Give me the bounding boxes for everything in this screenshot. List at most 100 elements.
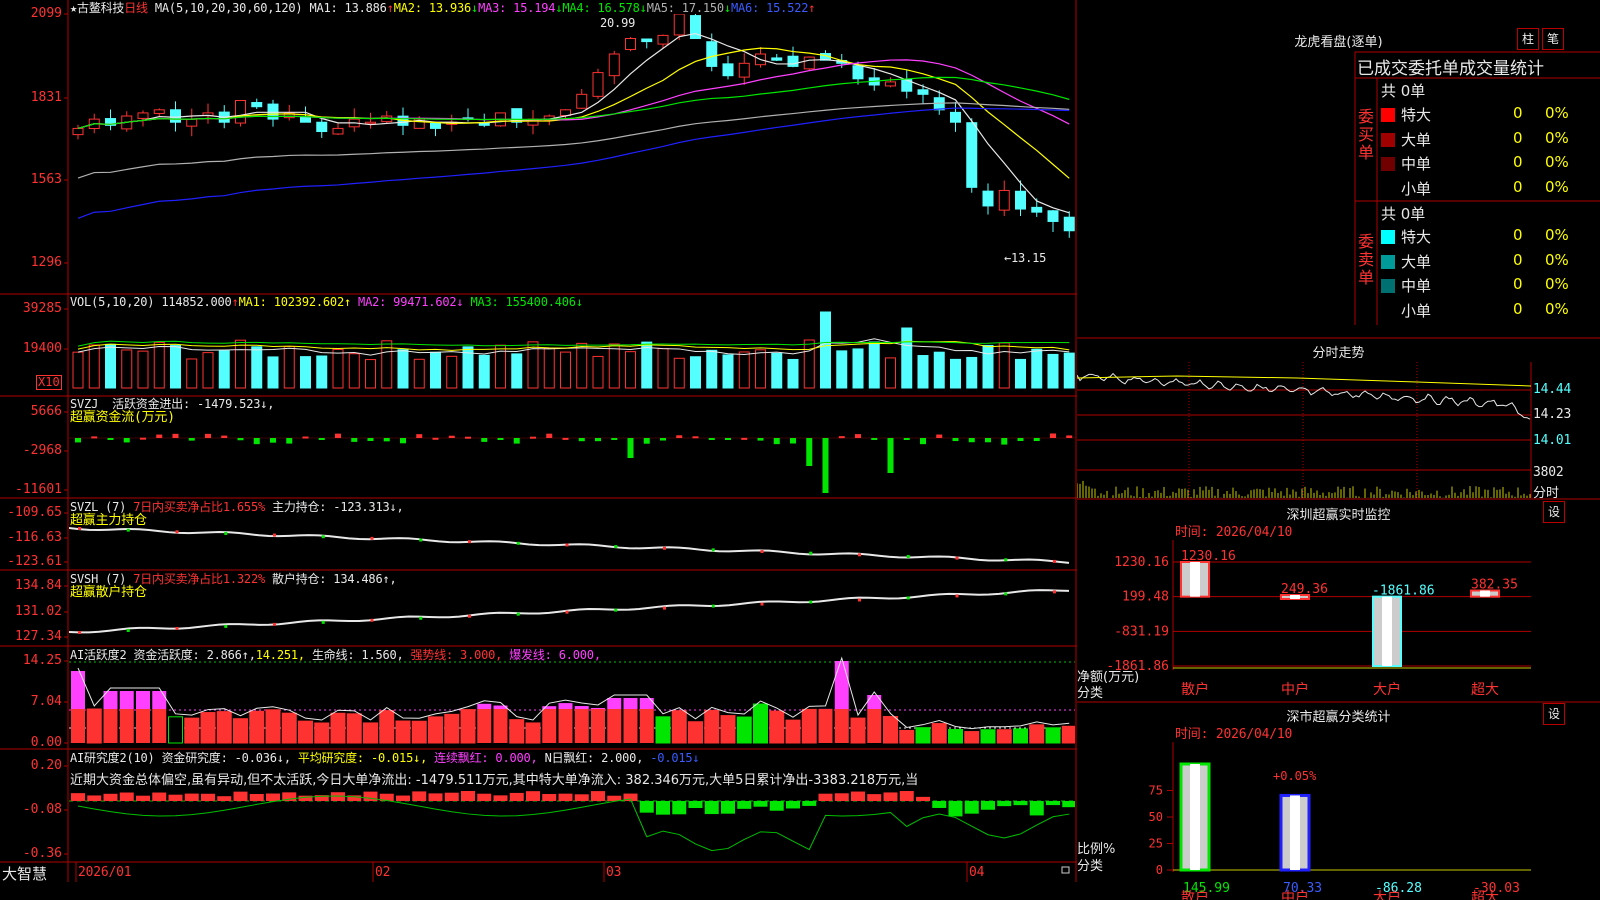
svzl-chart[interactable] [69,500,1075,569]
activity-bar [915,727,931,744]
activity-bar-top [574,706,589,709]
money-flow-bar [676,435,683,438]
marker-dot [1004,592,1008,596]
ai2-ytick: 0.20 [30,758,62,773]
kline-chart[interactable] [69,14,1075,292]
money-flow-bar [530,436,536,439]
volume-bar [332,348,344,389]
activity-bar-top [136,691,150,709]
money-flow-bar [1050,433,1056,438]
money-flow-bar [773,438,780,445]
classify-settings-button[interactable]: 设 [1543,703,1565,725]
research-bar [526,791,540,801]
research-bar [249,793,264,801]
color-swatch [1381,230,1395,244]
volume-bar [235,339,246,389]
money-flow-bar [855,434,861,438]
marker-dot [614,545,618,549]
activity-bar [249,710,265,744]
ytick-label: 199.48 [1122,590,1169,605]
volume-bar [673,357,685,389]
main-chart-area[interactable]: ★古鳌科技日线 MA(5,10,20,30,60,120) MA1: 13.88… [0,0,1077,883]
ma3-value: MA3: 15.194 [478,1,556,15]
ai2-chart[interactable] [69,751,1075,861]
activity-bar [558,709,573,743]
activity-bar [460,709,476,744]
money-flow-bar [481,438,488,442]
money-flow-bar [172,433,179,438]
candle-body [186,118,198,127]
candle-body [170,109,181,123]
sell-row: 特大 0 0% [1381,226,1600,248]
activity-bar [883,715,898,744]
sell-pct: 0% [1545,299,1569,318]
marker-dot [711,604,715,608]
svsh-ytick: 127.34 [15,629,62,644]
marker-dot [224,624,228,628]
monitor-chart[interactable]: 1230.16 199.48 -831.19 -1861.86 1230.16 249.3… [1077,540,1600,698]
candle-body [771,57,783,61]
volume-bar [625,351,636,389]
money-flow-bar [611,438,618,440]
activity-bar [574,709,589,743]
sell-count: 0 [1513,250,1523,269]
volume-bar [170,345,181,389]
marker-dot [760,602,764,606]
monitor-time: 时间: 2026/04/10 [1175,525,1293,540]
svsh-chart[interactable] [69,572,1075,645]
intraday-ytick: 14.23 [1533,407,1572,422]
stock-name[interactable]: 古鳌科技 [77,1,124,15]
research-bar [964,801,979,814]
volume-ma-line [77,340,1070,347]
volume-bar [348,353,360,389]
color-swatch [1381,254,1395,269]
volume-bar [738,351,750,389]
activity-bar [834,709,849,743]
volume-bar [478,354,490,389]
svzj-ytick: 5666 [30,404,62,419]
money-flow-bar [1033,438,1040,442]
category-label: 中户 [1281,889,1309,900]
money-flow-bar [383,438,390,442]
marker-dot [1053,559,1056,563]
research-bar [688,801,703,809]
marker-dot [516,612,520,616]
marker-dot [419,538,423,542]
sell-count: 0 [1513,275,1523,293]
money-flow-bar [123,438,130,443]
money-flow-bar [871,438,878,440]
svzl-ytick: -123.61 [7,554,62,569]
money-flow-bar [1001,438,1008,445]
marker-dot [858,598,861,602]
buy-row: 小单 0 0% [1381,178,1600,200]
kline-ytick: 2099 [30,6,62,21]
monitor-settings-button[interactable]: 设 [1543,501,1565,523]
research-bar [184,793,199,801]
activity-bar [86,708,102,744]
star-icon: ★ [70,1,78,15]
research-bar [1062,801,1075,808]
volume-bar [72,351,84,389]
svzj-chart[interactable] [69,398,1075,497]
period-label[interactable]: 日线 [124,1,148,15]
classify-chart[interactable]: 7550250145.99 70.33 -86.28 -30.03+0.05%散户 中户… [1077,742,1600,900]
activity-bar [688,721,703,744]
volume-bar [202,352,214,389]
kline-ytick: 1296 [30,255,62,270]
money-flow-bar [627,438,634,458]
intraday-ytick: 14.44 [1533,382,1572,397]
activity-bar-top [834,661,849,709]
money-flow-bar [578,438,585,442]
volume-chart[interactable] [69,296,1075,395]
activity-bar [785,719,801,744]
marker-dot [224,531,228,535]
money-flow-bar [416,434,423,438]
intraday-chart[interactable] [1077,362,1600,498]
activity-bar-top [558,703,573,709]
ai1-chart[interactable] [69,648,1075,748]
ma6-line [77,107,1070,219]
activity-bar-top [639,698,654,709]
activity-bar [867,709,882,743]
ytick-label: -831.19 [1114,624,1169,639]
money-flow-bar [887,438,894,473]
